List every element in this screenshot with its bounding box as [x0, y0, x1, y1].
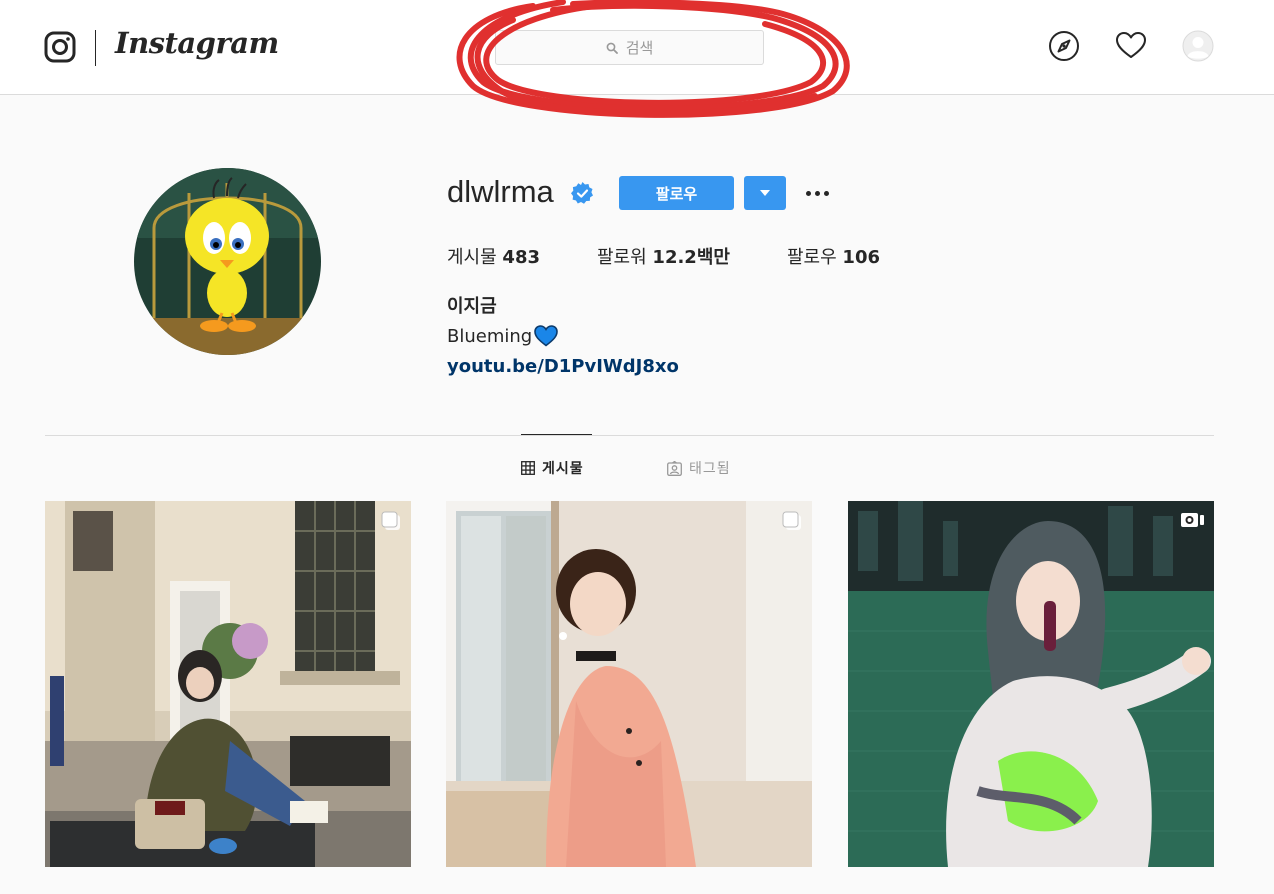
- top-navigation-bar: Instagram 검색: [0, 0, 1274, 95]
- search-input[interactable]: 검색: [495, 30, 764, 65]
- verified-badge-icon: [571, 182, 593, 204]
- dot-icon: [823, 190, 829, 196]
- profile-external-link[interactable]: youtu.be/D1PvIWdJ8xo: [447, 356, 679, 377]
- profile-avatar[interactable]: [134, 168, 321, 355]
- stat-following-value: 106: [842, 247, 880, 268]
- profile-avatar-icon[interactable]: [1182, 30, 1214, 62]
- more-options-button[interactable]: [800, 180, 834, 206]
- carousel-icon: [381, 511, 400, 530]
- blue-heart-emoji-icon: [534, 325, 559, 347]
- dot-icon: [814, 190, 820, 196]
- stat-followers[interactable]: 팔로워 12.2백만: [597, 243, 730, 269]
- instagram-wordmark[interactable]: Instagram: [115, 26, 279, 60]
- bio-text: Blueming: [447, 325, 533, 347]
- search-icon: [606, 42, 618, 54]
- post-tile[interactable]: [446, 501, 812, 867]
- tagged-icon: [667, 460, 682, 476]
- compass-icon[interactable]: [1048, 30, 1080, 62]
- stat-posts-label: 게시물: [447, 247, 497, 268]
- search-placeholder: 검색: [625, 39, 654, 57]
- tab-posts[interactable]: 게시물: [521, 458, 584, 478]
- tabs-divider: [45, 435, 1214, 436]
- carousel-icon: [782, 511, 801, 530]
- post-image-window-portrait: [446, 501, 812, 867]
- video-icon: [1181, 513, 1204, 527]
- profile-picture-tweety: [134, 168, 321, 355]
- stat-followers-value: 12.2백만: [652, 247, 730, 268]
- post-tile[interactable]: [45, 501, 411, 867]
- suggested-accounts-dropdown-button[interactable]: [744, 176, 786, 210]
- heart-icon[interactable]: [1115, 30, 1147, 62]
- profile-full-name: 이지금: [447, 296, 497, 317]
- stat-posts: 게시물 483: [447, 243, 540, 269]
- tab-tagged[interactable]: 태그됨: [667, 458, 731, 478]
- post-tile[interactable]: [848, 501, 1214, 867]
- logo-divider: [95, 30, 96, 66]
- active-tab-indicator: [521, 434, 592, 435]
- tab-tagged-label: 태그됨: [689, 461, 731, 477]
- caret-down-icon: [760, 189, 770, 196]
- stat-following[interactable]: 팔로우 106: [787, 243, 880, 269]
- stat-posts-value: 483: [502, 247, 540, 268]
- grid-icon: [521, 461, 535, 475]
- follow-button[interactable]: 팔로우: [619, 176, 734, 210]
- tab-posts-label: 게시물: [542, 461, 584, 477]
- post-image-stage-performance: [848, 501, 1214, 867]
- profile-bio: Blueming: [447, 325, 559, 347]
- profile-username: dlwlrma: [447, 174, 554, 209]
- stat-followers-label: 팔로워: [597, 247, 647, 268]
- stat-following-label: 팔로우: [787, 247, 837, 268]
- instagram-glyph-icon[interactable]: [44, 31, 76, 63]
- dot-icon: [805, 190, 811, 196]
- post-image-street-night: [45, 501, 411, 867]
